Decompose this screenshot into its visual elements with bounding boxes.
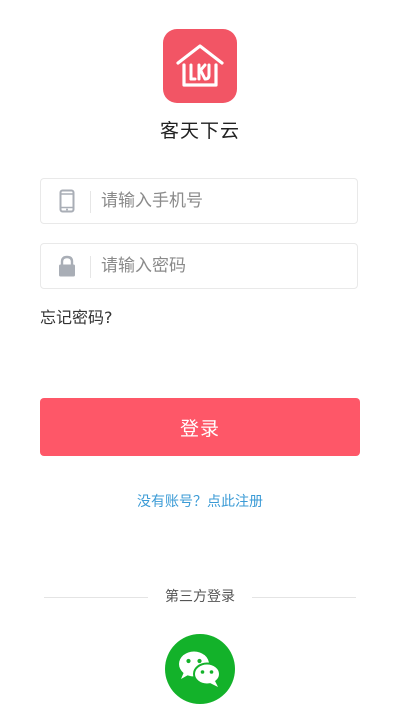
password-input[interactable]: [101, 244, 341, 288]
house-icon: [176, 44, 224, 87]
forgot-password-link[interactable]: 忘记密码?: [40, 304, 113, 328]
lock-icon: [55, 244, 79, 288]
third-party-divider: 第三方登录: [44, 588, 356, 606]
phone-input[interactable]: [101, 179, 341, 223]
password-field[interactable]: [40, 243, 358, 289]
register-link[interactable]: 没有账号？点此注册: [0, 491, 400, 511]
app-logo: [163, 29, 237, 103]
field-divider: [90, 191, 91, 213]
wechat-icon: [179, 651, 221, 687]
phone-icon: [55, 179, 79, 223]
phone-field[interactable]: [40, 178, 358, 224]
login-button[interactable]: 登录: [40, 398, 360, 456]
field-divider: [90, 256, 91, 278]
wechat-login-button[interactable]: [165, 634, 235, 704]
app-name: 客天下云: [159, 120, 240, 142]
divider-line: [252, 597, 356, 598]
